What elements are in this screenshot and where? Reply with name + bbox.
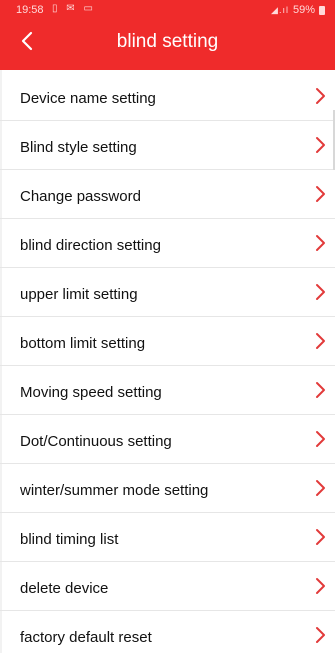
settings-row[interactable]: Device name setting [0,72,335,121]
settings-row[interactable]: delete device [0,562,335,611]
settings-row-label: Moving speed setting [20,384,162,401]
chevron-right-icon [316,235,325,251]
settings-list: Device name setting Blind style setting Ch… [0,72,335,653]
chevron-right-icon [316,578,325,594]
chevron-right-icon [316,480,325,496]
settings-row-label: Dot/Continuous setting [20,433,172,450]
battery-icon [319,5,325,15]
settings-row[interactable]: blind direction setting [0,219,335,268]
battery-percent: 59% [292,4,315,16]
signal-icon: ◢.ıl [271,4,289,15]
settings-row-label: delete device [20,580,109,597]
chevron-right-icon [316,431,325,447]
settings-row[interactable]: blind timing list [0,513,335,562]
status-time: 19:58 [16,4,44,16]
settings-row[interactable]: upper limit setting [0,268,335,317]
status-right: ◢.ıl 59% [271,4,325,16]
settings-row[interactable]: Dot/Continuous setting [0,415,335,464]
chevron-right-icon [316,284,325,300]
settings-row-label: upper limit setting [20,286,138,303]
settings-row[interactable]: Change password [0,170,335,219]
settings-row-label: Device name setting [20,90,156,107]
settings-row[interactable]: Moving speed setting [0,366,335,415]
chevron-right-icon [316,186,325,202]
chevron-right-icon [316,529,325,545]
settings-row-label: Blind style setting [20,139,137,156]
settings-row-label: winter/summer mode setting [20,482,209,499]
chevron-right-icon [316,382,325,398]
status-bar: 19:58 ▯ ✉ ▭ ◢.ıl 59% [0,0,335,20]
settings-row-label: factory default reset [20,629,152,646]
settings-row[interactable]: factory default reset [0,611,335,653]
settings-row[interactable]: winter/summer mode setting [0,464,335,513]
chevron-right-icon [316,333,325,349]
chevron-right-icon [316,137,325,153]
settings-row-label: bottom limit setting [20,335,146,352]
settings-row-label: Change password [20,188,141,205]
page-title: blind setting [116,31,219,52]
app-header: 19:58 ▯ ✉ ▭ ◢.ıl 59% blind setting [0,0,335,70]
settings-row-label: blind timing list [20,531,119,548]
chevron-right-icon [316,88,325,104]
settings-row-label: blind direction setting [20,237,161,254]
settings-row[interactable]: Blind style setting [0,121,335,170]
settings-row[interactable]: bottom limit setting [0,317,335,366]
chevron-right-icon [316,627,325,643]
notification-icons: ▯ ✉ ▭ [52,3,96,14]
